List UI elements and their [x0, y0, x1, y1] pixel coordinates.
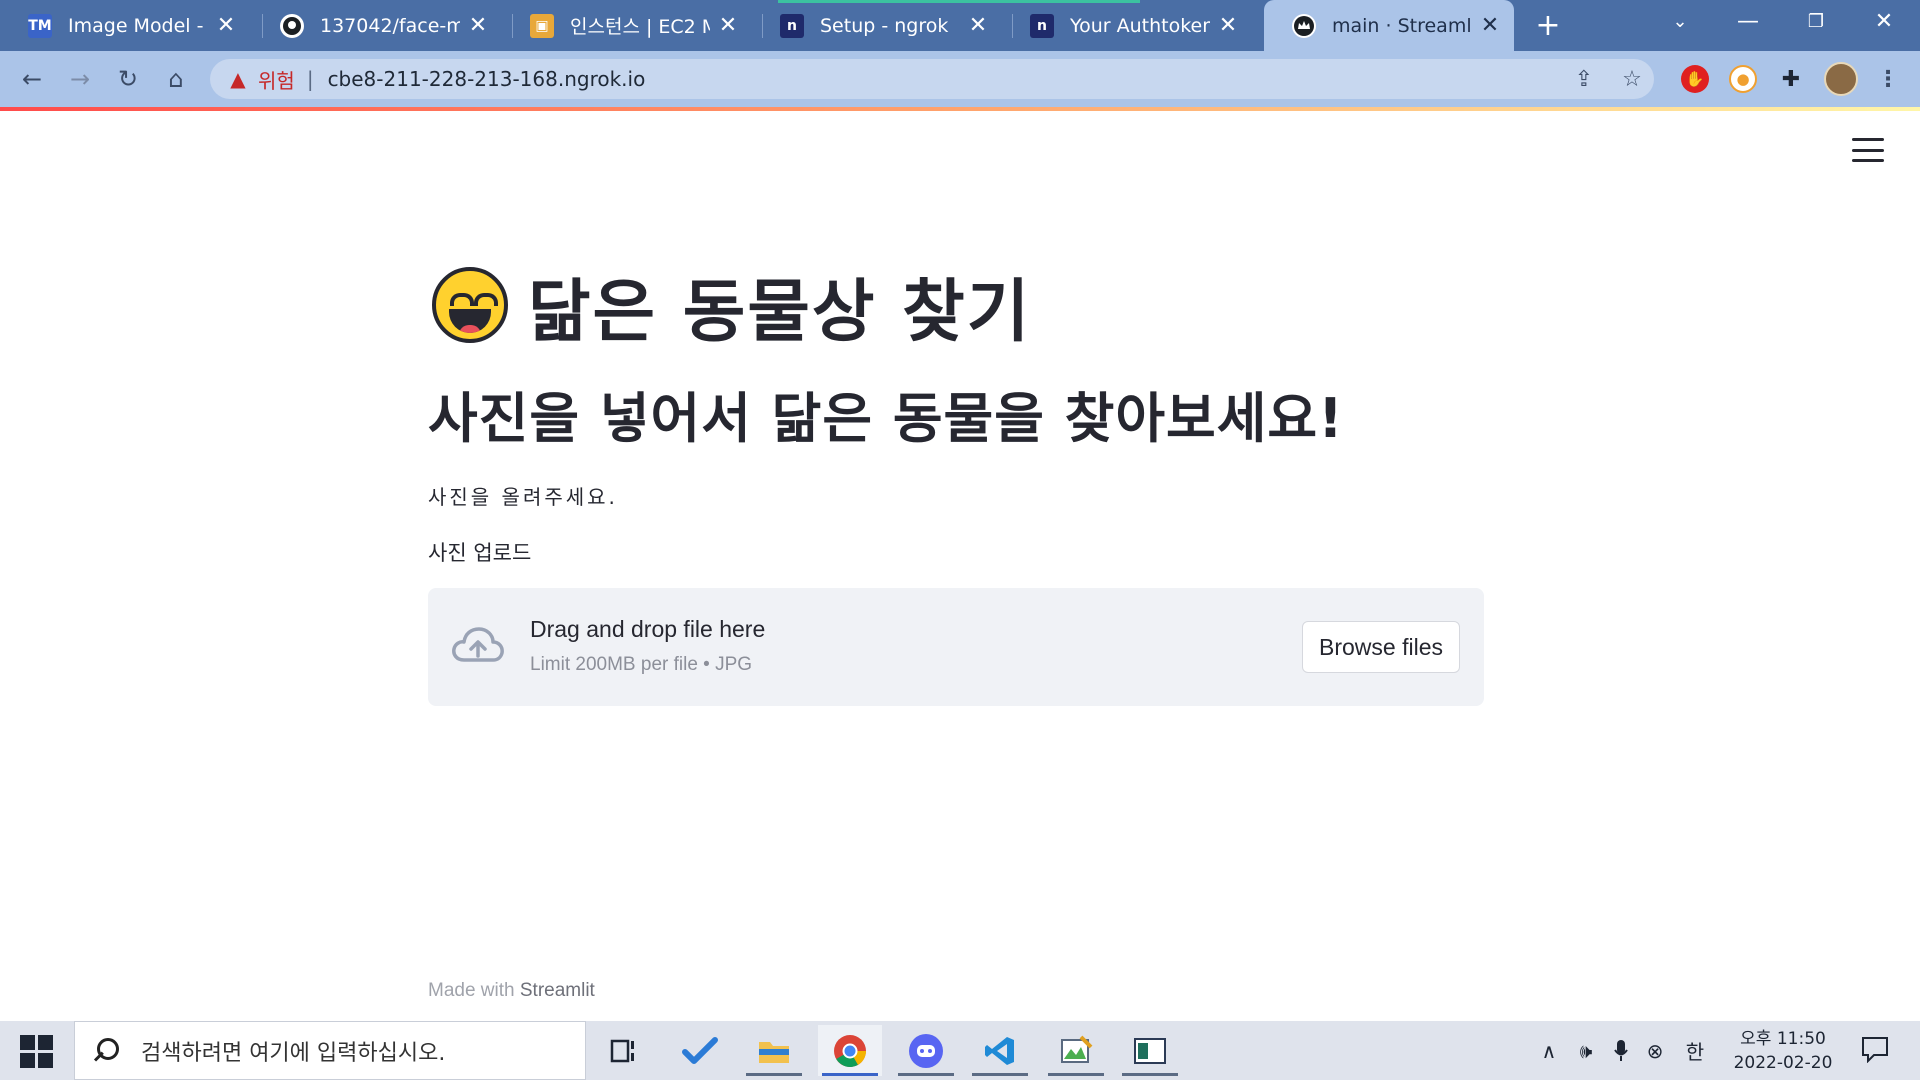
- ngrok-icon: n: [1030, 13, 1054, 38]
- discord-icon[interactable]: [894, 1025, 958, 1076]
- close-icon[interactable]: ✕: [718, 13, 738, 38]
- close-icon[interactable]: ✕: [1480, 13, 1500, 38]
- windows-start-icon[interactable]: [14, 1033, 58, 1069]
- main-content: 닮은 동물상 찾기 사진을 넣어서 닮은 동물을 찾아보세요! 사진을 올려주세…: [428, 250, 1484, 706]
- tab-ngrok-setup[interactable]: n Setup - ngrok ✕: [752, 0, 1002, 51]
- streamlit-header-decoration: [0, 107, 1920, 111]
- taskbar-search-box[interactable]: 검색하려면 여기에 입력하십시오.: [74, 1021, 586, 1080]
- search-placeholder: 검색하려면 여기에 입력하십시오.: [141, 1040, 446, 1066]
- new-tab-button[interactable]: +: [1530, 8, 1566, 44]
- security-label[interactable]: 위험: [258, 65, 295, 94]
- github-icon: [280, 13, 304, 38]
- tab-title: 137042/face-match: [320, 14, 460, 37]
- clock-date: 2022-02-20: [1733, 1053, 1833, 1073]
- uploader-label: 사진 업로드: [428, 541, 532, 565]
- dropzone-text: Drag and drop file here Limit 200MB per …: [530, 616, 765, 676]
- streamlit-link[interactable]: Streamlit: [520, 980, 595, 1001]
- aws-box-icon: ▣: [530, 13, 554, 38]
- task-view-icon[interactable]: [592, 1025, 656, 1076]
- notification-icon[interactable]: [1860, 1035, 1890, 1064]
- terminal-window-icon[interactable]: [1118, 1025, 1182, 1076]
- bookmark-star-icon[interactable]: ☆: [1614, 59, 1650, 99]
- kebab-menu-icon[interactable]: ⋮: [1874, 65, 1902, 93]
- tab-ec2[interactable]: ▣ 인스턴스 | EC2 Ma ✕: [502, 0, 752, 51]
- forward-arrow-icon[interactable]: →: [60, 59, 100, 99]
- tab-streamlit-main[interactable]: main · Streamlit ✕: [1264, 0, 1514, 51]
- clock[interactable]: 오후 11:50 2022-02-20: [1720, 1027, 1846, 1075]
- page-title-text: 닮은 동물상 찾기: [528, 272, 1032, 352]
- hamburger-menu-icon[interactable]: [1852, 138, 1884, 162]
- back-arrow-icon[interactable]: ←: [12, 59, 52, 99]
- restore-button[interactable]: ❐: [1786, 0, 1846, 44]
- url-text[interactable]: cbe8-211-228-213-168.ngrok.io: [328, 67, 646, 91]
- extension-icon[interactable]: ●: [1729, 65, 1757, 93]
- tab-title: 인스턴스 | EC2 Ma: [570, 16, 710, 38]
- browser-tabstrip: TM Image Model - Tea ✕ 137042/face-match…: [0, 0, 1920, 51]
- home-icon[interactable]: ⌂: [156, 59, 196, 99]
- tab-title: Your Authtoken - r: [1070, 14, 1210, 37]
- adblock-extension-icon[interactable]: ✋: [1681, 65, 1709, 93]
- search-icon: [93, 1037, 119, 1064]
- close-window-button[interactable]: ✕: [1854, 0, 1914, 44]
- tm-icon: TM: [28, 13, 52, 38]
- minimize-button[interactable]: —: [1718, 0, 1778, 44]
- footer: Made with Streamlit: [428, 980, 595, 1002]
- dropzone-title: Drag and drop file here: [530, 616, 766, 642]
- windows-taskbar: 검색하려면 여기에 입력하십시오. ∧ 🕪 ⊗ 한 오후 11:50 2022-…: [0, 1021, 1920, 1080]
- close-icon[interactable]: ✕: [1218, 13, 1238, 38]
- tab-title: Image Model - Tea: [68, 14, 208, 37]
- vscode-icon[interactable]: [968, 1025, 1032, 1076]
- section-header: 사진을 넣어서 닮은 동물을 찾아보세요!: [428, 387, 1344, 450]
- grinning-face-icon: [432, 267, 508, 343]
- dropzone-limit: Limit 200MB per file • JPG: [530, 654, 753, 675]
- tray-chevron-up-icon[interactable]: ∧: [1534, 1021, 1564, 1080]
- puzzle-extensions-icon[interactable]: ✚: [1777, 65, 1805, 93]
- tab-title: main · Streamlit: [1332, 14, 1472, 37]
- page-title: 닮은 동물상 찾기: [428, 250, 1484, 360]
- network-disconnected-icon[interactable]: ⊗: [1640, 1021, 1670, 1080]
- close-icon[interactable]: ✕: [968, 13, 988, 38]
- file-explorer-icon[interactable]: [742, 1025, 806, 1076]
- tab-ngrok-authtoken[interactable]: n Your Authtoken - r ✕: [1002, 0, 1252, 51]
- tab-github[interactable]: 137042/face-match ✕: [252, 0, 502, 51]
- tab-title: Setup - ngrok: [820, 14, 949, 37]
- close-icon[interactable]: ✕: [216, 13, 236, 38]
- profile-avatar[interactable]: [1824, 62, 1858, 96]
- streamlit-crown-icon: [1292, 13, 1316, 38]
- tab-search-chevron-icon[interactable]: ⌄: [1650, 0, 1710, 44]
- share-icon[interactable]: ⇪: [1566, 59, 1602, 99]
- volume-icon[interactable]: 🕪: [1570, 1021, 1602, 1080]
- warning-triangle-icon[interactable]: ▲: [226, 67, 250, 91]
- browser-toolbar: ← → ↻ ⌂ ▲ 위험 | cbe8-211-228-213-168.ngro…: [0, 51, 1920, 107]
- file-dropzone[interactable]: Drag and drop file here Limit 200MB per …: [428, 588, 1484, 706]
- todo-app-icon[interactable]: [668, 1025, 732, 1076]
- instruction-text: 사진을 올려주세요.: [428, 485, 618, 509]
- url-divider: |: [306, 67, 314, 91]
- ime-indicator[interactable]: 한: [1680, 1021, 1710, 1080]
- clock-time: 오후 11:50: [1740, 1029, 1826, 1049]
- cloud-upload-icon: [452, 627, 504, 662]
- browse-files-button[interactable]: Browse files: [1302, 621, 1460, 673]
- paint-app-icon[interactable]: [1044, 1025, 1108, 1076]
- tab-image-model[interactable]: TM Image Model - Tea ✕: [0, 0, 250, 51]
- address-bar[interactable]: ▲ 위험 | cbe8-211-228-213-168.ngrok.io ⇪ ☆: [210, 59, 1654, 99]
- ngrok-icon: n: [780, 13, 804, 38]
- close-icon[interactable]: ✕: [468, 13, 488, 38]
- microphone-icon[interactable]: [1608, 1021, 1634, 1080]
- footer-prefix: Made with: [428, 980, 520, 1001]
- reload-icon[interactable]: ↻: [108, 59, 148, 99]
- chrome-icon[interactable]: [818, 1025, 882, 1076]
